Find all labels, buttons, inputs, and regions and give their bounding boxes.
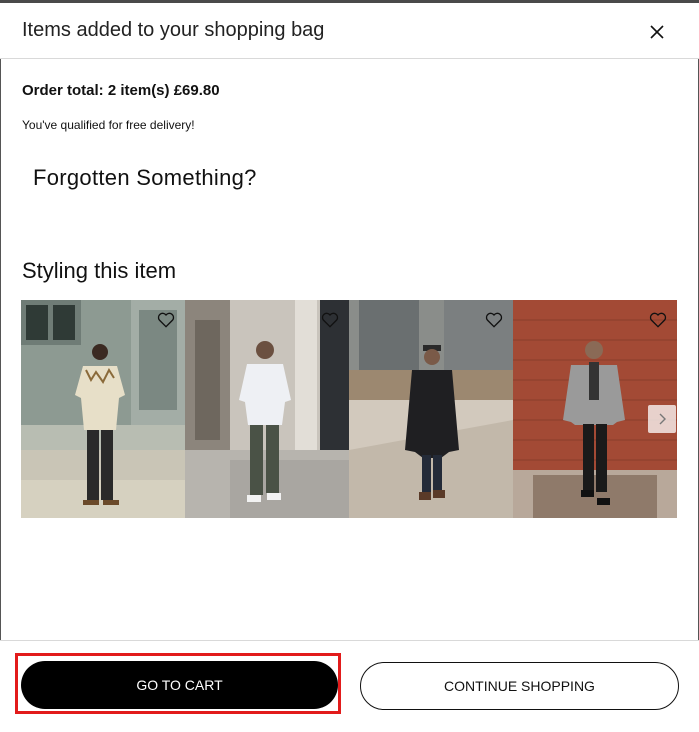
product-image xyxy=(185,300,349,518)
go-to-cart-button[interactable]: GO TO CART xyxy=(21,661,338,709)
product-image xyxy=(21,300,185,518)
continue-shopping-button[interactable]: CONTINUE SHOPPING xyxy=(360,662,679,710)
dialog-title: Items added to your shopping bag xyxy=(22,19,325,41)
heart-icon[interactable] xyxy=(156,310,176,330)
free-delivery-message: You've qualified for free delivery! xyxy=(22,118,195,132)
close-button[interactable] xyxy=(644,19,670,45)
heart-icon[interactable] xyxy=(320,310,340,330)
heart-icon[interactable] xyxy=(484,310,504,330)
order-total: Order total: 2 item(s) £69.80 xyxy=(22,82,220,99)
product-card[interactable] xyxy=(349,300,513,518)
forgotten-something-heading: Forgotten Something? xyxy=(33,165,257,190)
heart-icon[interactable] xyxy=(648,310,668,330)
styling-carousel xyxy=(21,300,677,518)
product-card[interactable] xyxy=(21,300,185,518)
product-image xyxy=(349,300,513,518)
close-icon xyxy=(650,25,664,39)
dialog-header: Items added to your shopping bag xyxy=(0,3,699,59)
chevron-right-icon xyxy=(659,413,666,425)
carousel-next-button[interactable] xyxy=(648,405,676,433)
styling-this-item-heading: Styling this item xyxy=(22,258,177,283)
product-card[interactable] xyxy=(185,300,349,518)
